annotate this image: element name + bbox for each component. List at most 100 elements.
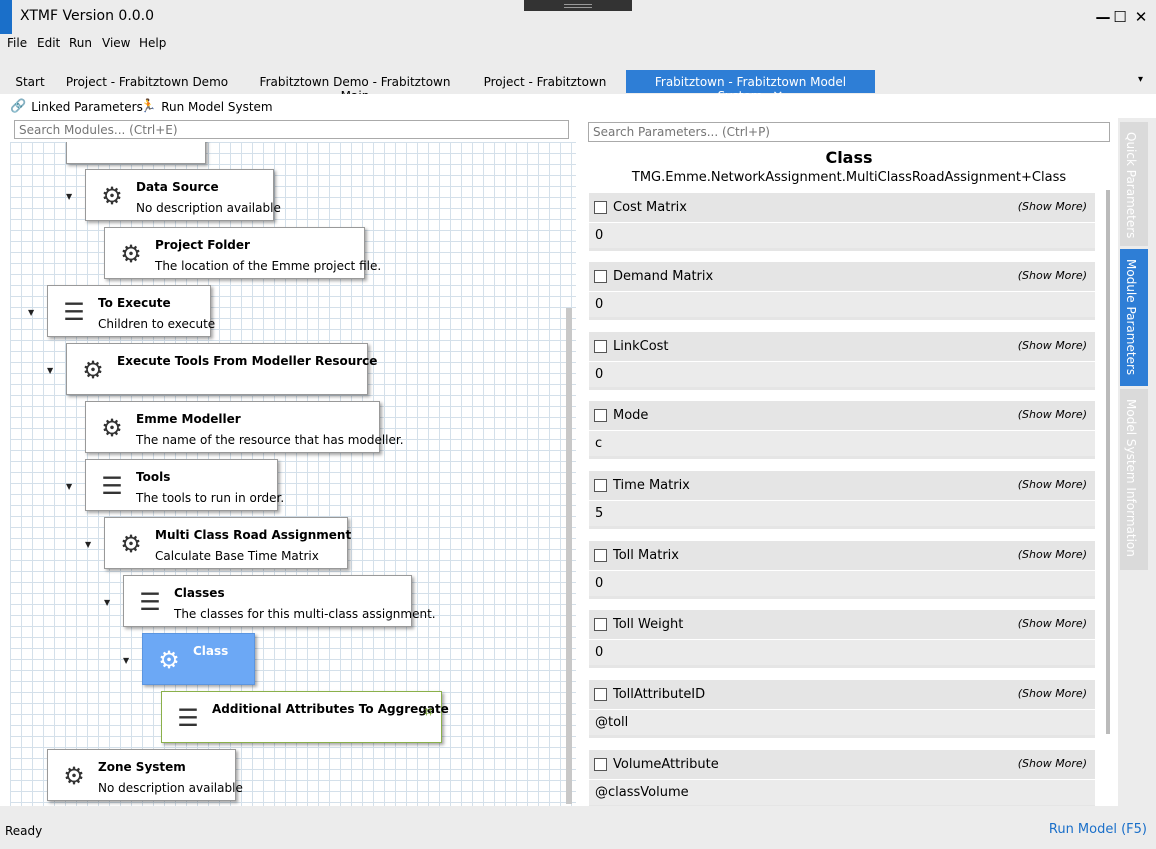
show-more-link[interactable]: (Show More): [1018, 687, 1087, 700]
tab-project-frabitztown-demo[interactable]: Project - Frabitztown Demo: [62, 70, 232, 93]
param-value[interactable]: 0: [589, 222, 1095, 248]
parameters-pane: Class TMG.Emme.NetworkAssignment.MultiCl…: [580, 118, 1118, 806]
param-value[interactable]: 5: [589, 500, 1095, 526]
param-demand-matrix: Demand Matrix (Show More) 0: [589, 262, 1095, 320]
expand-arrow-icon[interactable]: ▼: [47, 366, 53, 375]
expand-arrow-icon[interactable]: ▼: [85, 540, 91, 549]
module-multi-class-road-assignment[interactable]: ⚙ Multi Class Road Assignment Calculate …: [104, 517, 351, 569]
param-toll-attribute-id: TollAttributeID (Show More) @toll: [589, 680, 1095, 738]
side-tab-quick-parameters[interactable]: Quick Parameters: [1120, 122, 1148, 246]
param-mode: Mode (Show More) c: [589, 401, 1095, 459]
param-checkbox[interactable]: [594, 201, 607, 214]
gear-icon: ⚙: [63, 762, 85, 790]
param-checkbox[interactable]: [594, 618, 607, 631]
menu-bar: File Edit Run View Help: [0, 34, 1156, 54]
param-value[interactable]: 0: [589, 291, 1095, 317]
side-tab-module-parameters[interactable]: Module Parameters: [1120, 249, 1148, 386]
param-value[interactable]: 0: [589, 639, 1095, 665]
linked-parameters-button[interactable]: 🔗 Linked Parameters: [10, 99, 143, 114]
show-more-link[interactable]: (Show More): [1018, 339, 1087, 352]
param-checkbox[interactable]: [594, 409, 607, 422]
param-toll-matrix: Toll Matrix (Show More) 0: [589, 541, 1095, 599]
module-class-selected[interactable]: ⚙ Class: [142, 633, 255, 685]
param-toll-weight: Toll Weight (Show More) 0: [589, 610, 1095, 668]
show-more-link[interactable]: (Show More): [1018, 408, 1087, 421]
show-more-link[interactable]: (Show More): [1018, 269, 1087, 282]
module-project-folder[interactable]: ⚙ Project Folder The location of the Emm…: [104, 227, 381, 279]
param-value[interactable]: 0: [589, 361, 1095, 387]
module-additional-attributes[interactable]: ☰ Additional Attributes To Aggregate ⌗: [161, 691, 449, 743]
tab-project-frabitztown[interactable]: Project - Frabitztown: [478, 70, 612, 93]
list-icon: ☰: [139, 588, 161, 616]
status-text: Ready: [5, 824, 43, 838]
param-link-cost: LinkCost (Show More) 0: [589, 332, 1095, 390]
expand-arrow-icon[interactable]: ▼: [28, 308, 34, 317]
menu-run[interactable]: Run: [69, 36, 92, 50]
list-icon: ☰: [177, 704, 199, 732]
gear-icon: ⚙: [158, 646, 180, 674]
tab-overflow-icon[interactable]: ▾: [1138, 74, 1143, 85]
tab-frabitztown-demo-main[interactable]: Frabitztown Demo - Frabitztown Main: [244, 70, 466, 103]
tab-start[interactable]: Start: [6, 70, 54, 93]
window-title: XTMF Version 0.0.0: [20, 8, 155, 24]
menu-view[interactable]: View: [102, 36, 130, 50]
show-more-link[interactable]: (Show More): [1018, 548, 1087, 561]
maximize-button[interactable]: ☐: [1111, 8, 1129, 26]
module-data-source[interactable]: ⚙ Data Source No description available: [85, 169, 281, 221]
param-value[interactable]: @toll: [589, 709, 1095, 735]
show-more-link[interactable]: (Show More): [1018, 200, 1087, 213]
module-execute-tools[interactable]: ⚙ Execute Tools From Modeller Resource: [66, 343, 377, 395]
list-icon: ☰: [63, 298, 85, 326]
module-tree-pane: ▼ ⚙ Data Source No description available…: [0, 118, 580, 806]
expand-arrow-icon[interactable]: ▼: [66, 192, 72, 201]
show-more-link[interactable]: (Show More): [1018, 617, 1087, 630]
show-more-link[interactable]: (Show More): [1018, 478, 1087, 491]
module-classes[interactable]: ☰ Classes The classes for this multi-cla…: [123, 575, 436, 627]
menu-edit[interactable]: Edit: [37, 36, 60, 50]
gear-icon: ⚙: [82, 356, 104, 384]
close-button[interactable]: ✕: [1132, 8, 1150, 26]
module-canvas: ▼ ⚙ Data Source No description available…: [10, 142, 576, 806]
gear-icon: ⚙: [120, 240, 142, 268]
parameters-scrollbar[interactable]: [1106, 190, 1110, 734]
side-tab-model-system-information[interactable]: Model System Information: [1120, 389, 1148, 570]
drag-grip[interactable]: [524, 0, 632, 11]
param-checkbox[interactable]: [594, 340, 607, 353]
param-value[interactable]: 0: [589, 570, 1095, 596]
gear-icon: ⚙: [101, 182, 123, 210]
param-time-matrix: Time Matrix (Show More) 5: [589, 471, 1095, 529]
param-checkbox[interactable]: [594, 479, 607, 492]
param-checkbox[interactable]: [594, 549, 607, 562]
expand-arrow-icon[interactable]: ▼: [104, 598, 110, 607]
run-model-link[interactable]: Run Model (F5): [1049, 822, 1147, 837]
minimize-button[interactable]: —: [1094, 8, 1112, 26]
param-value[interactable]: @classVolume: [589, 779, 1095, 805]
module-zone-system[interactable]: ⚙ Zone System No description available: [47, 749, 243, 801]
gear-icon: ⚙: [120, 530, 142, 558]
side-tabs: Quick Parameters Module Parameters Model…: [1118, 118, 1156, 806]
search-modules-input[interactable]: [14, 120, 569, 139]
runner-icon: 🏃: [140, 99, 157, 114]
status-bar: Ready Run Model (F5): [0, 806, 1156, 849]
tab-frabitztown-model-system[interactable]: Frabitztown - Frabitztown Model System✕: [626, 70, 875, 104]
title-bar: XTMF Version 0.0.0 — ☐ ✕: [0, 0, 1156, 34]
module-to-execute[interactable]: ☰ To Execute Children to execute: [47, 285, 215, 337]
module-tools[interactable]: ☰ Tools The tools to run in order.: [85, 459, 284, 511]
run-model-system-button[interactable]: 🏃 Run Model System: [140, 99, 273, 114]
module-tree-scrollbar[interactable]: [566, 308, 572, 804]
param-volume-attribute: VolumeAttribute (Show More) @classVolume: [589, 750, 1095, 806]
param-checkbox[interactable]: [594, 688, 607, 701]
module-emme-modeller[interactable]: ⚙ Emme Modeller The name of the resource…: [85, 401, 404, 453]
param-cost-matrix: Cost Matrix (Show More) 0: [589, 193, 1095, 251]
param-checkbox[interactable]: [594, 758, 607, 771]
expand-arrow-icon[interactable]: ▼: [66, 482, 72, 491]
param-value[interactable]: c: [589, 430, 1095, 456]
module-node-partial[interactable]: [66, 142, 206, 164]
search-parameters-input[interactable]: [588, 122, 1110, 142]
menu-help[interactable]: Help: [139, 36, 166, 50]
menu-file[interactable]: File: [7, 36, 27, 50]
param-checkbox[interactable]: [594, 270, 607, 283]
add-module-icon[interactable]: ⌗: [424, 702, 433, 722]
show-more-link[interactable]: (Show More): [1018, 757, 1087, 770]
expand-arrow-icon[interactable]: ▼: [123, 656, 129, 665]
